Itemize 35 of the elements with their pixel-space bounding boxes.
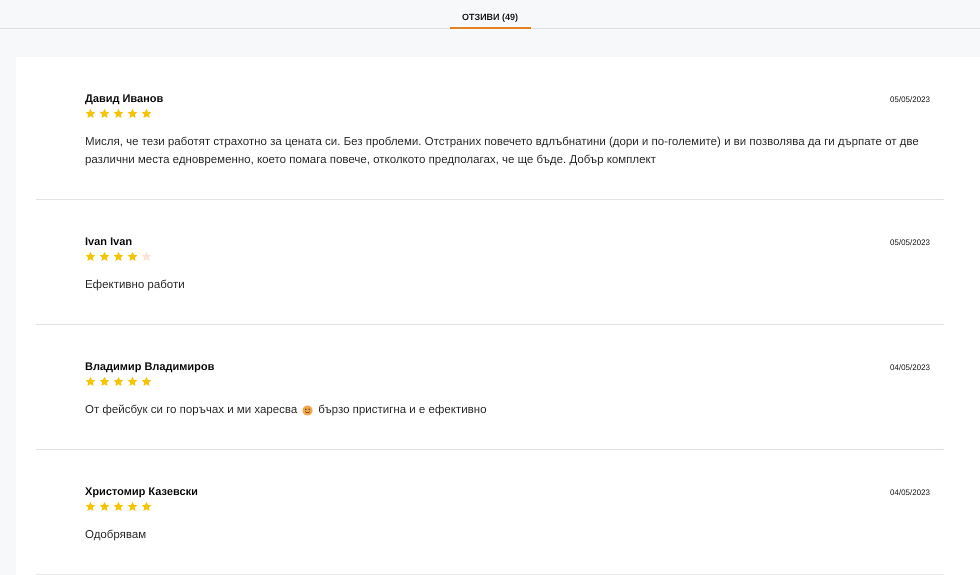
star-icon (85, 108, 96, 119)
star-icon (85, 501, 96, 512)
star-icon (85, 376, 96, 387)
review-date: 04/05/2023 (890, 363, 930, 372)
star-icon (127, 108, 138, 119)
reviewer-name: Ivan Ivan (85, 236, 132, 248)
reviewer-name: Христомир Казевски (85, 486, 198, 498)
star-icon (141, 376, 152, 387)
review-date: 05/05/2023 (890, 238, 930, 247)
review-text: От фейсбук си го поръчах и ми харесва (85, 403, 298, 418)
reviews-tab[interactable]: ОТЗИВИ (49) (450, 0, 530, 29)
star-icon (113, 501, 124, 512)
star-icon (127, 501, 138, 512)
review-date: 05/05/2023 (890, 95, 930, 104)
star-icon (99, 501, 110, 512)
star-icon (99, 251, 110, 262)
star-icon (141, 251, 152, 262)
review-text: бързо пристигна и е ефективно (318, 403, 486, 418)
review-text: Одобрявам (85, 528, 146, 543)
star-icon (113, 108, 124, 119)
star-icon (141, 108, 152, 119)
star-icon (99, 108, 110, 119)
review-text: Ефективно работи (85, 278, 185, 293)
review-text: Мисля, че тези работят страхотно за цената си. Без проблеми. Отстраних повечето вдлъбнатини (дори и по-големите) и ви позволява да ги дърпате от две различни места едновременно, което помага повече, отколкото предполагах, че ще бъде. Добър комплект (85, 135, 920, 168)
reviewer-name: Владимир Владимиров (85, 361, 214, 373)
star-icon (113, 376, 124, 387)
star-icon (127, 251, 138, 262)
star-icon (127, 376, 138, 387)
smiley-icon (302, 404, 314, 416)
star-icon (141, 501, 152, 512)
star-icon (99, 376, 110, 387)
star-icon (85, 251, 96, 262)
star-icon (113, 251, 124, 262)
review-date: 04/05/2023 (890, 488, 930, 497)
reviewer-name: Давид Иванов (85, 93, 164, 105)
